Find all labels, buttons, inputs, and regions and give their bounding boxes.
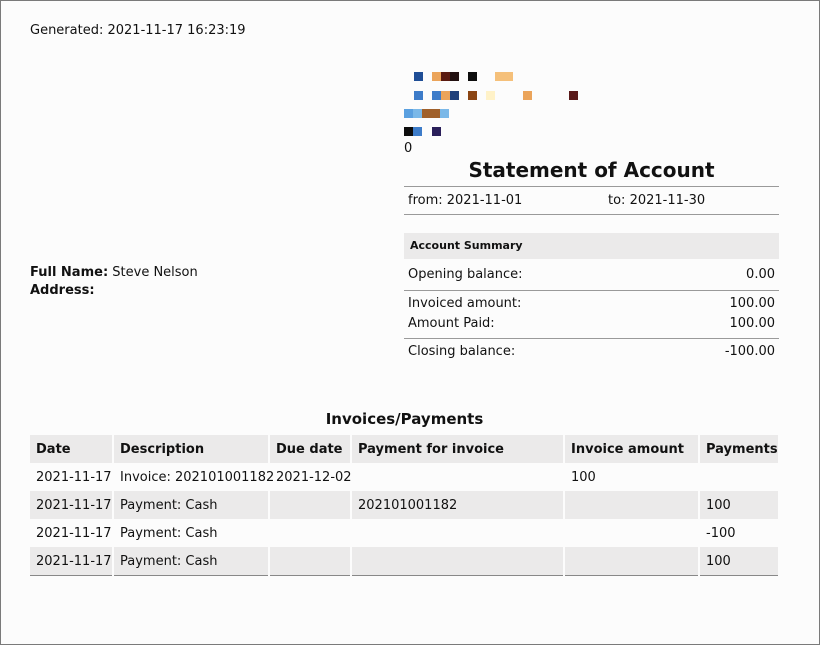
amount-paid-label: Amount Paid: — [408, 316, 495, 331]
customer-address: Address: — [30, 283, 95, 298]
cell-payment-for-invoice — [351, 519, 565, 547]
cell-payment-for-invoice: 202101001182 — [351, 491, 565, 519]
divider — [404, 186, 779, 187]
account-summary-header: Account Summary — [404, 233, 779, 259]
table-row: 2021-11-17 Payment: Cash 202101001182 10… — [30, 491, 780, 519]
generated-timestamp: Generated: 2021-11-17 16:23:19 — [30, 23, 246, 38]
table-row: 2021-11-17 Payment: Cash 100 — [30, 547, 780, 576]
cell-payments: 100 — [699, 547, 780, 576]
closing-balance-value: -100.00 — [724, 344, 775, 359]
opening-balance-label: Opening balance: — [408, 267, 523, 282]
cell-payments: -100 — [699, 519, 780, 547]
period-from: from: 2021-11-01 — [408, 193, 523, 208]
cell-due-date — [269, 547, 352, 576]
cell-date: 2021-11-17 — [30, 519, 114, 547]
customer-name-value: Steve Nelson — [112, 265, 198, 280]
divider — [404, 338, 779, 339]
company-logo — [404, 72, 594, 152]
customer-name-label: Full Name: — [30, 265, 109, 280]
cell-description: Payment: Cash — [113, 491, 270, 519]
cell-description: Payment: Cash — [113, 547, 270, 576]
customer-address-label: Address: — [30, 283, 95, 298]
cell-due-date: 2021-12-02 — [269, 463, 352, 491]
amount-paid-value: 100.00 — [729, 316, 776, 331]
invoiced-amount-value: 100.00 — [729, 296, 776, 311]
statement-title: Statement of Account — [468, 158, 715, 182]
cell-invoice-amount: 100 — [564, 463, 700, 491]
table-row: 2021-11-17 Payment: Cash -100 — [30, 519, 780, 547]
cell-invoice-amount — [564, 491, 700, 519]
col-header-invoice-amount: Invoice amount — [564, 435, 700, 463]
cell-payment-for-invoice — [351, 547, 565, 576]
invoiced-amount-row: Invoiced amount: 100.00 — [404, 296, 779, 314]
closing-balance-label: Closing balance: — [408, 344, 516, 359]
cell-description: Invoice: 202101001182 — [113, 463, 274, 491]
amount-paid-row: Amount Paid: 100.00 — [404, 316, 779, 334]
col-header-date: Date — [30, 435, 114, 463]
table-header-row: Date Description Due date Payment for in… — [30, 435, 780, 463]
cell-due-date — [269, 491, 352, 519]
opening-balance-value: 0.00 — [746, 267, 775, 282]
col-header-payments: Payments — [699, 435, 780, 463]
closing-balance-row: Closing balance: -100.00 — [404, 344, 779, 362]
statement-page: Generated: 2021-11-17 16:23:19 0 Stateme… — [0, 0, 820, 645]
transactions-title: Invoices/Payments — [325, 410, 484, 428]
cell-payment-for-invoice — [351, 463, 565, 491]
period-to: to: 2021-11-30 — [608, 193, 706, 208]
cell-invoice-amount — [564, 547, 700, 576]
logo-caption: 0 — [404, 141, 413, 156]
cell-invoice-amount — [564, 519, 700, 547]
account-summary-heading: Account Summary — [410, 239, 523, 252]
col-header-description: Description — [113, 435, 270, 463]
cell-description: Payment: Cash — [113, 519, 270, 547]
customer-name: Full Name: Steve Nelson — [30, 265, 198, 280]
col-header-payment-for-invoice: Payment for invoice — [351, 435, 565, 463]
divider — [404, 214, 779, 215]
cell-payments: 100 — [699, 491, 780, 519]
cell-date: 2021-11-17 — [30, 547, 114, 576]
transactions-table: Date Description Due date Payment for in… — [30, 435, 780, 576]
table-row: 2021-11-17 Invoice: 202101001182 2021-12… — [30, 463, 780, 491]
cell-date: 2021-11-17 — [30, 463, 114, 491]
cell-date: 2021-11-17 — [30, 491, 114, 519]
invoiced-amount-label: Invoiced amount: — [408, 296, 522, 311]
cell-due-date — [269, 519, 352, 547]
opening-balance-row: Opening balance: 0.00 — [404, 267, 779, 285]
col-header-due-date: Due date — [269, 435, 352, 463]
cell-payments — [699, 463, 780, 491]
divider — [404, 290, 779, 291]
